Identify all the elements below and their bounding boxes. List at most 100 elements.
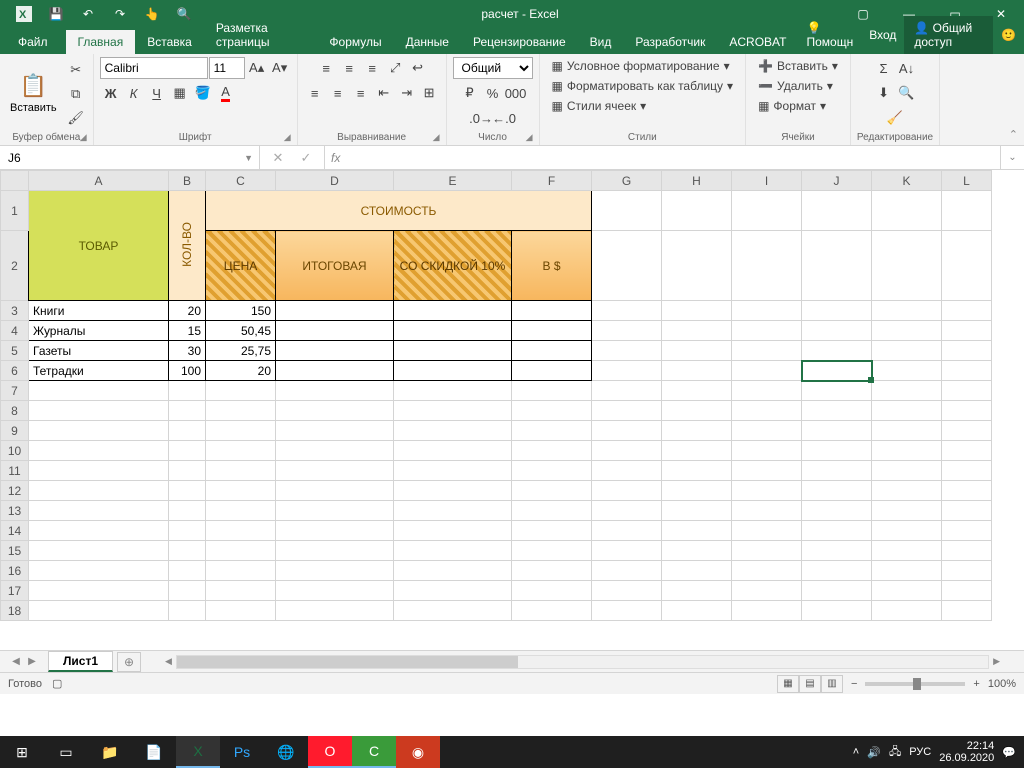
formula-input[interactable] (346, 151, 994, 165)
cell-I12[interactable] (732, 481, 802, 501)
align-bottom-icon[interactable]: ≡ (361, 57, 383, 79)
cell-K6[interactable] (872, 361, 942, 381)
cell-D13[interactable] (276, 501, 394, 521)
comma-icon[interactable]: 000 (505, 82, 527, 104)
cell-I17[interactable] (732, 581, 802, 601)
row-header-13[interactable]: 13 (1, 501, 29, 521)
sort-icon[interactable]: A↓ (896, 57, 918, 79)
language-indicator[interactable]: РУС (909, 746, 931, 758)
name-box[interactable]: ▼ (0, 146, 260, 169)
cell-J14[interactable] (802, 521, 872, 541)
cell-D8[interactable] (276, 401, 394, 421)
cell-A15[interactable] (29, 541, 169, 561)
cell-E2[interactable]: СО СКИДКОЙ 10% (394, 231, 512, 301)
format-painter-icon[interactable]: 🖌 (65, 107, 87, 129)
align-left-icon[interactable]: ≡ (304, 82, 326, 104)
bold-icon[interactable]: Ж (100, 82, 122, 104)
row-header-12[interactable]: 12 (1, 481, 29, 501)
cell-C7[interactable] (206, 381, 276, 401)
sheet-nav-prev-icon[interactable]: ◀ (8, 656, 24, 667)
cell-H17[interactable] (662, 581, 732, 601)
cell-L1[interactable] (942, 191, 992, 231)
cell-I9[interactable] (732, 421, 802, 441)
cell-L12[interactable] (942, 481, 992, 501)
cell-L6[interactable] (942, 361, 992, 381)
cell-L5[interactable] (942, 341, 992, 361)
cell-K5[interactable] (872, 341, 942, 361)
row-header-4[interactable]: 4 (1, 321, 29, 341)
cell-K16[interactable] (872, 561, 942, 581)
cell-I18[interactable] (732, 601, 802, 621)
cell-styles-button[interactable]: ▦ Стили ячеек ▾ (546, 97, 653, 115)
cell-E18[interactable] (394, 601, 512, 621)
cell-C16[interactable] (206, 561, 276, 581)
cell-L9[interactable] (942, 421, 992, 441)
cell-D5[interactable] (276, 341, 394, 361)
sheet-nav-next-icon[interactable]: ▶ (24, 656, 40, 667)
cell-G10[interactable] (592, 441, 662, 461)
row-header-10[interactable]: 10 (1, 441, 29, 461)
cell-J2[interactable] (802, 231, 872, 301)
cell-D17[interactable] (276, 581, 394, 601)
cell-C1[interactable]: СТОИМОСТЬ (206, 191, 592, 231)
tab-insert[interactable]: Вставка (135, 30, 204, 54)
cell-J8[interactable] (802, 401, 872, 421)
cell-E4[interactable] (394, 321, 512, 341)
increase-indent-icon[interactable]: ⇥ (396, 82, 418, 104)
row-header-11[interactable]: 11 (1, 461, 29, 481)
insert-cells-button[interactable]: ➕ Вставить ▾ (752, 57, 844, 75)
cell-I13[interactable] (732, 501, 802, 521)
cell-F13[interactable] (512, 501, 592, 521)
cell-A12[interactable] (29, 481, 169, 501)
cell-A11[interactable] (29, 461, 169, 481)
row-header-6[interactable]: 6 (1, 361, 29, 381)
orientation-icon[interactable]: ⤢ (384, 57, 406, 79)
cell-C12[interactable] (206, 481, 276, 501)
dialog-launcher-icon[interactable]: ◢ (526, 132, 533, 143)
cell-H3[interactable] (662, 301, 732, 321)
cell-L14[interactable] (942, 521, 992, 541)
cell-E15[interactable] (394, 541, 512, 561)
cell-H15[interactable] (662, 541, 732, 561)
col-header-K[interactable]: K (872, 171, 942, 191)
zoom-in-icon[interactable]: + (973, 678, 979, 690)
cell-I15[interactable] (732, 541, 802, 561)
cell-I5[interactable] (732, 341, 802, 361)
photoshop-icon[interactable]: Ps (220, 736, 264, 768)
cell-H13[interactable] (662, 501, 732, 521)
cell-J12[interactable] (802, 481, 872, 501)
cut-icon[interactable]: ✂ (65, 59, 87, 81)
col-header-C[interactable]: C (206, 171, 276, 191)
increase-font-icon[interactable]: A▴ (246, 57, 268, 79)
cell-K10[interactable] (872, 441, 942, 461)
cell-J10[interactable] (802, 441, 872, 461)
cell-K15[interactable] (872, 541, 942, 561)
tab-review[interactable]: Рецензирование (461, 30, 578, 54)
cell-J18[interactable] (802, 601, 872, 621)
merge-icon[interactable]: ⊞ (419, 82, 440, 104)
cell-A7[interactable] (29, 381, 169, 401)
wrap-text-icon[interactable]: ↩ (407, 57, 428, 79)
cell-H5[interactable] (662, 341, 732, 361)
col-header-B[interactable]: B (169, 171, 206, 191)
align-right-icon[interactable]: ≡ (350, 82, 372, 104)
fx-icon[interactable]: fx (331, 151, 340, 165)
cell-L10[interactable] (942, 441, 992, 461)
cell-I11[interactable] (732, 461, 802, 481)
cell-L13[interactable] (942, 501, 992, 521)
cell-H18[interactable] (662, 601, 732, 621)
cell-C6[interactable]: 20 (206, 361, 276, 381)
cell-B17[interactable] (169, 581, 206, 601)
cell-J17[interactable] (802, 581, 872, 601)
cell-H10[interactable] (662, 441, 732, 461)
row-header-9[interactable]: 9 (1, 421, 29, 441)
cell-I4[interactable] (732, 321, 802, 341)
cell-K1[interactable] (872, 191, 942, 231)
align-top-icon[interactable]: ≡ (315, 57, 337, 79)
cell-K11[interactable] (872, 461, 942, 481)
cell-H6[interactable] (662, 361, 732, 381)
network-icon[interactable]: 🖧 (889, 743, 901, 762)
decrease-indent-icon[interactable]: ⇤ (373, 82, 395, 104)
col-header-A[interactable]: A (29, 171, 169, 191)
touch-mode-icon[interactable]: 👆 (136, 0, 168, 28)
